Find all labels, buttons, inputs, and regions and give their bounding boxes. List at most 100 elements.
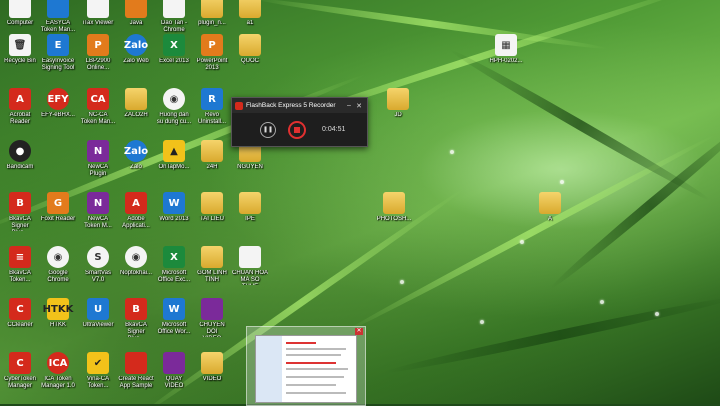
desktop-icon[interactable]: R Revo Uninstall... xyxy=(194,88,230,126)
app-icon xyxy=(383,192,405,214)
app-icon xyxy=(239,246,261,268)
app-icon: ▲ xyxy=(163,140,185,162)
desktop-icon[interactable]: QUAY VIDEO xyxy=(156,352,192,390)
desktop-icon-label: JD xyxy=(394,112,402,118)
app-icon: ≡ xyxy=(9,246,31,268)
desktop-icon-label: UltraViewer xyxy=(82,322,114,328)
app-icon: W xyxy=(163,192,185,214)
desktop-icon[interactable]: ● Bandicam xyxy=(2,140,38,171)
desktop-icon[interactable]: A Acrobat Reader xyxy=(2,88,38,126)
desktop-icon-label: CyberToken Manager xyxy=(3,376,36,389)
desktop-icon[interactable]: CA NC-CA Token Man... xyxy=(80,88,116,126)
desktop-icon[interactable]: QUOC xyxy=(232,34,268,65)
desktop-icon[interactable]: Create React App Sample xyxy=(118,352,154,390)
desktop-icon[interactable]: ✔ Vina-CA Token... xyxy=(80,352,116,390)
desktop-icon[interactable]: Zalo Zalo Web xyxy=(118,34,154,65)
desktop-icon[interactable]: 24H xyxy=(194,140,230,171)
desktop-icon[interactable]: CHUAN HOA MA SO THUE xyxy=(232,246,268,285)
app-icon: X xyxy=(163,34,185,56)
recorder-titlebar[interactable]: FlashBack Express 5 Recorder – ✕ xyxy=(232,98,367,113)
app-icon: N xyxy=(87,192,109,214)
desktop-icon-label: ICA Token Manager 1.0 xyxy=(41,376,75,389)
desktop-icon[interactable]: EFY EFY-eBHX... xyxy=(40,88,76,119)
desktop-icon[interactable]: VIDEO xyxy=(194,352,230,383)
preview-close-button[interactable]: ✕ xyxy=(355,328,363,335)
app-icon: CA xyxy=(87,88,109,110)
desktop-icon[interactable]: 🗑 Recycle Bin xyxy=(2,34,38,65)
desktop-icon[interactable]: ◉ Google Chrome xyxy=(40,246,76,284)
desktop-icon[interactable]: ◉ Huong dan su dung cu... xyxy=(156,88,192,126)
desktop-icon[interactable]: HTKK HTKK xyxy=(40,298,76,329)
desktop-icon[interactable]: C CyberToken Manager xyxy=(2,352,38,390)
desktop-icon[interactable]: Dao Tan - Chrome xyxy=(156,0,192,34)
desktop-icon[interactable]: A xyxy=(532,192,568,223)
preview-line xyxy=(286,384,336,386)
desktop-icon[interactable]: N NewCA Plugin xyxy=(80,140,116,178)
desktop-icon[interactable]: ≡ BkavCA Token... xyxy=(2,246,38,284)
desktop-icon[interactable]: E EasyInvoice Signing Tool xyxy=(40,34,76,72)
recorder-controls: ❚❚ 0:04:51 xyxy=(232,113,367,146)
desktop-icon[interactable]: C CCleaner xyxy=(2,298,38,329)
app-icon: ICA xyxy=(47,352,69,374)
desktop-icon[interactable]: ◉ Noptokhai... xyxy=(118,246,154,277)
desktop-icon[interactable]: S SmartVas V7.0 xyxy=(80,246,116,284)
desktop-icon[interactable]: N NewCA Token M... xyxy=(80,192,116,230)
app-icon xyxy=(239,0,261,18)
app-icon: ● xyxy=(9,140,31,162)
app-icon: HTKK xyxy=(43,298,73,320)
desktop-icon[interactable]: P PowerPoint 2013 xyxy=(194,34,230,72)
desktop-icon[interactable]: ZALO2H xyxy=(118,88,154,119)
desktop-icon[interactable]: Computer xyxy=(2,0,38,27)
water-drop xyxy=(480,320,484,324)
desktop-icon-label: Recycle Bin xyxy=(4,58,36,64)
minimize-button[interactable]: – xyxy=(344,102,354,109)
desktop-icon-label: Foxit Reader xyxy=(40,216,76,222)
desktop-icon[interactable]: ▦ HPH-0202... xyxy=(488,34,524,65)
app-icon: ◉ xyxy=(125,246,147,268)
desktop-icon[interactable]: iTax Viewer xyxy=(80,0,116,27)
app-icon xyxy=(239,34,261,56)
desktop-icon[interactable]: JD xyxy=(380,88,416,119)
stop-button[interactable] xyxy=(288,120,306,139)
desktop-icon[interactable]: GOM LINH TINH xyxy=(194,246,230,284)
desktop-icon[interactable]: ICA ICA Token Manager 1.0 xyxy=(40,352,76,390)
desktop-icon-label: Word 2013 xyxy=(159,216,189,222)
desktop-icon[interactable]: Zalo Zalo xyxy=(118,140,154,171)
desktop-icon[interactable]: EASYCA Token Man... xyxy=(40,0,76,34)
desktop-icon[interactable]: X Excel 2013 xyxy=(156,34,192,65)
desktop-icon-label: NewCA Token M... xyxy=(84,216,112,229)
desktop-icon[interactable]: X Microsoft Office Exc... xyxy=(156,246,192,284)
desktop-icon[interactable]: G Foxit Reader xyxy=(40,192,76,223)
desktop-icon[interactable]: IPE xyxy=(232,192,268,223)
desktop-icon[interactable]: B BkavCA Signer Plug... xyxy=(2,192,38,231)
app-icon xyxy=(201,352,223,374)
flashback-recorder-window[interactable]: FlashBack Express 5 Recorder – ✕ ❚❚ 0:04… xyxy=(231,97,368,147)
desktop-icon[interactable]: W Word 2013 xyxy=(156,192,192,223)
desktop-icon[interactable]: ▲ OnTapMo... xyxy=(156,140,192,171)
desktop-icon-label: CHUYEN DOI VIDEO xyxy=(199,322,225,337)
taskbar-window-preview[interactable]: ✕ xyxy=(246,326,366,406)
desktop-icon-label: CCleaner xyxy=(7,322,33,328)
desktop-icon-label: CHUAN HOA MA SO THUE xyxy=(232,270,268,285)
pause-button[interactable]: ❚❚ xyxy=(260,121,276,138)
desktop-icon[interactable]: W Microsoft Office Wor... xyxy=(156,298,192,336)
desktop-icon[interactable]: B BkavCA Signer Plug... xyxy=(118,298,154,337)
desktop-icon-label: Adobe Applicati... xyxy=(122,216,150,229)
desktop-icon[interactable]: TAI LIEU xyxy=(194,192,230,223)
app-icon: S xyxy=(87,246,109,268)
desktop-icon[interactable]: plugin_n... xyxy=(194,0,230,27)
app-icon: A xyxy=(125,192,147,214)
desktop-icon[interactable]: Java xyxy=(118,0,154,27)
close-button[interactable]: ✕ xyxy=(354,102,364,110)
app-icon: ▦ xyxy=(495,34,517,56)
desktop-icon-label: Huong dan su dung cu... xyxy=(156,112,192,125)
app-icon xyxy=(125,0,147,18)
desktop-icon[interactable]: CHUYEN DOI VIDEO xyxy=(194,298,230,337)
desktop-icon[interactable]: a1 xyxy=(232,0,268,27)
app-icon: C xyxy=(9,298,31,320)
app-icon: Zalo xyxy=(124,140,148,162)
desktop-icon[interactable]: PHOTOSH... xyxy=(376,192,412,223)
desktop-icon[interactable]: A Adobe Applicati... xyxy=(118,192,154,230)
desktop-icon[interactable]: U UltraViewer xyxy=(80,298,116,329)
desktop-icon[interactable]: P LBP2900 Online... xyxy=(80,34,116,72)
